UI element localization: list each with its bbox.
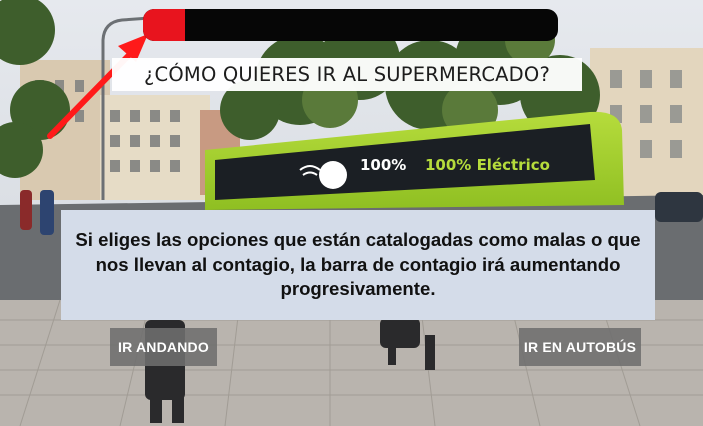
contagion-bar-fill (143, 9, 185, 41)
contagion-bar (143, 9, 558, 41)
question-title: ¿CÓMO QUIERES IR AL SUPERMERCADO? (112, 58, 582, 91)
bus-sign-text: 100% Eléctrico (425, 156, 550, 174)
info-panel: Si eliges las opciones que están catalog… (61, 210, 655, 320)
walk-button[interactable]: IR ANDANDO (110, 328, 217, 366)
bus-button[interactable]: IR EN AUTOBÚS (519, 328, 641, 366)
svg-text:100%: 100% (360, 156, 406, 174)
